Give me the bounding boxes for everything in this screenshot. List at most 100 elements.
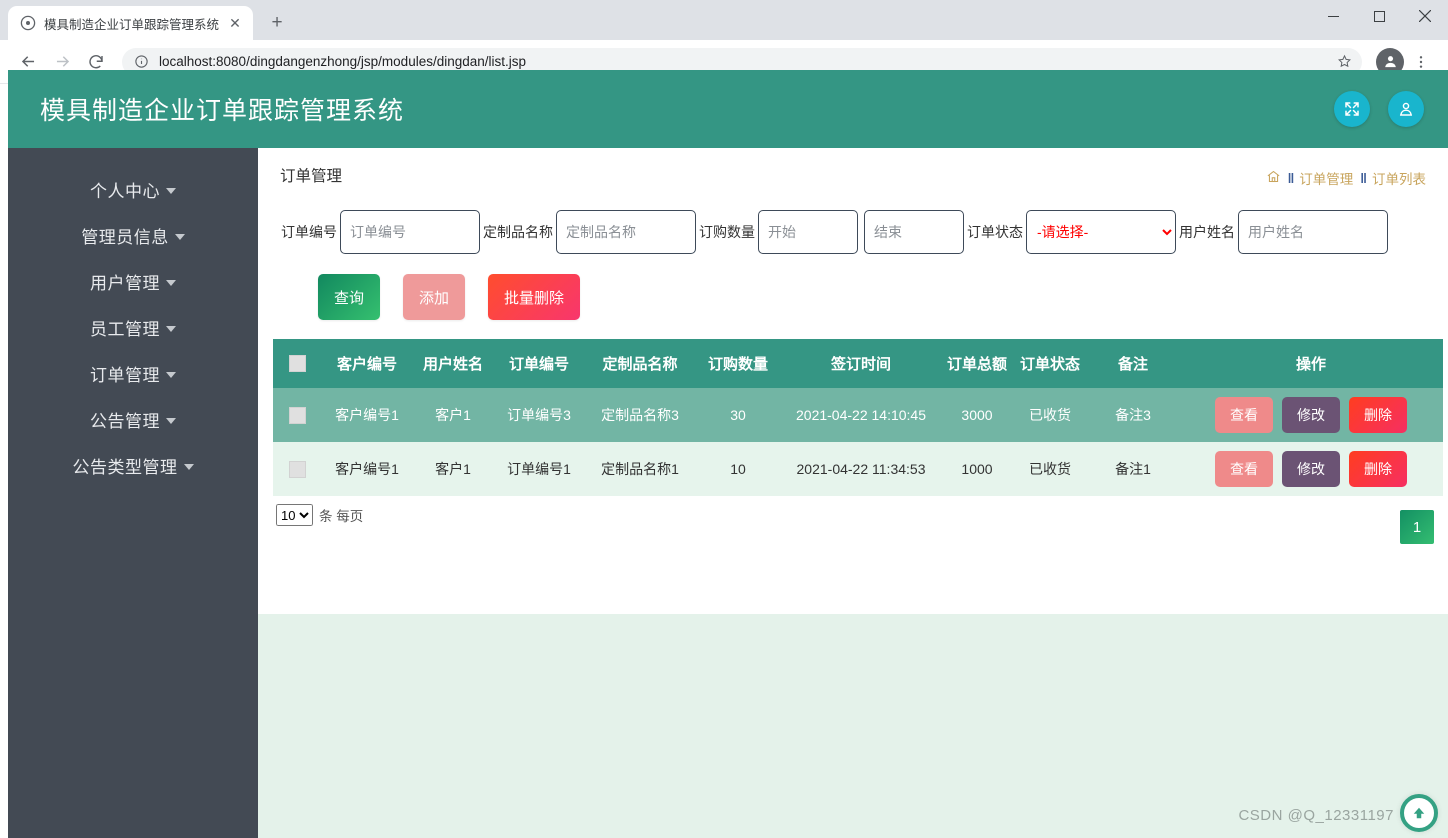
favicon-icon [20,15,36,31]
cell-total: 1000 [941,442,1013,496]
cell-status: 已收货 [1013,388,1087,442]
order-panel: 订单管理 ‖ 订单管理 ‖ 订单列表 订单编号 订单编号 定制品名称 定制品名称… [258,148,1448,614]
sidebar-item-notice-type-management[interactable]: 公告类型管理 [8,442,258,488]
chevron-down-icon [166,326,176,332]
sidebar-item-notice-management[interactable]: 公告管理 [8,396,258,442]
select-all-checkbox[interactable] [288,355,306,373]
per-page-label: 条 每页 [319,509,364,524]
watermark-text: CSDN @Q_12331197 [1238,807,1394,824]
user-name-input[interactable] [1238,210,1388,254]
cell-status: 已收货 [1013,442,1087,496]
page-number-button[interactable]: 1 [1400,510,1434,544]
info-icon [134,54,150,70]
breadcrumb-separator: ‖ [1287,170,1295,186]
close-icon[interactable]: ✕ [227,15,243,31]
sidebar-item-label: 管理员信息 [81,227,169,247]
content-area: 订单管理 ‖ 订单管理 ‖ 订单列表 订单编号 订单编号 定制品名称 定制品名称… [258,148,1448,838]
cell-user-name: 客户1 [413,442,493,496]
product-name-input[interactable] [556,210,696,254]
product-name-label: 定制品名称 [483,224,553,240]
quantity-end-input[interactable] [864,210,964,254]
row-action-group: 查看 修改 删除 [1180,397,1442,433]
col-remark: 备注 [1087,339,1179,388]
batch-delete-button[interactable]: 批量删除 [488,274,581,320]
row-checkbox[interactable] [288,406,306,424]
quantity-start-input[interactable] [758,210,858,254]
cell-sign-time: 2021-04-22 11:34:53 [781,442,941,496]
user-account-icon[interactable] [1388,91,1424,127]
select-all-header[interactable] [273,339,321,388]
sidebar-item-user-management[interactable]: 用户管理 [8,258,258,304]
col-sign-time: 签订时间 [781,339,941,388]
row-select-cell[interactable] [273,388,321,442]
cell-quantity: 10 [695,442,781,496]
minimize-icon[interactable] [1310,0,1356,32]
chevron-down-icon [174,234,185,240]
view-button[interactable]: 查看 [1215,451,1273,487]
view-button[interactable]: 查看 [1215,397,1273,433]
sidebar-item-label: 公告管理 [90,411,160,431]
cell-order-no: 订单编号1 [493,442,585,496]
cell-remark: 备注1 [1087,442,1179,496]
cell-operations: 查看 修改 删除 [1179,388,1443,442]
sidebar-item-staff-management[interactable]: 员工管理 [8,304,258,350]
fullscreen-icon[interactable] [1334,91,1370,127]
col-total: 订单总额 [941,339,1013,388]
table-row[interactable]: 客户编号1 客户1 订单编号3 定制品名称3 30 2021-04-22 14:… [273,388,1443,442]
sidebar-item-label: 订单管理 [90,365,160,385]
col-user-name: 用户姓名 [413,339,493,388]
pagination-controls: 10 条 每页 [258,496,1448,526]
row-checkbox[interactable] [288,460,306,478]
page-size-select[interactable]: 10 [276,504,313,526]
col-product-name: 定制品名称 [585,339,695,388]
order-table: 客户编号 用户姓名 订单编号 定制品名称 订购数量 签订时间 订单总额 订单状态… [273,339,1443,496]
browser-window: 模具制造企业订单跟踪管理系统 ✕ + localhost:8080/dingda… [0,0,1448,838]
table-row[interactable]: 客户编号1 客户1 订单编号1 定制品名称1 10 2021-04-22 11:… [273,442,1443,496]
sidebar-item-admin-info[interactable]: 管理员信息 [8,212,258,258]
cell-user-name: 客户1 [413,388,493,442]
cell-remark: 备注3 [1087,388,1179,442]
search-form: 订单编号 定制品名称 订购数量 订单状态 -请选择- 用户姓名 [258,188,1448,254]
delete-button[interactable]: 删除 [1349,397,1407,433]
application: 模具制造企业订单跟踪管理系统 个人中心 管理员信息 用户管理 员工管理 订单管理… [8,70,1448,838]
home-icon[interactable] [1266,169,1281,187]
app-header: 模具制造企业订单跟踪管理系统 [8,70,1448,148]
breadcrumb-item-order-list[interactable]: 订单列表 [1372,168,1426,188]
chevron-down-icon [183,464,194,470]
order-status-select[interactable]: -请选择- [1026,210,1176,254]
edit-button[interactable]: 修改 [1282,397,1340,433]
edit-button[interactable]: 修改 [1282,451,1340,487]
sidebar: 个人中心 管理员信息 用户管理 员工管理 订单管理 公告管理 公告类型管理 [8,148,258,838]
col-order-no: 订单编号 [493,339,585,388]
row-select-cell[interactable] [273,442,321,496]
window-close-icon[interactable] [1402,0,1448,32]
table-header-row: 客户编号 用户姓名 订单编号 定制品名称 订购数量 签订时间 订单总额 订单状态… [273,339,1443,388]
tab-strip: 模具制造企业订单跟踪管理系统 ✕ + [0,0,1448,40]
query-button[interactable]: 查询 [318,274,381,320]
user-name-label: 用户姓名 [1179,224,1235,240]
add-button[interactable]: 添加 [403,274,466,320]
bookmark-icon[interactable] [1337,54,1352,69]
breadcrumb-item-order-management[interactable]: 订单管理 [1299,168,1353,188]
sidebar-item-label: 员工管理 [90,319,160,339]
maximize-icon[interactable] [1356,0,1402,32]
cell-customer-no: 客户编号1 [321,442,413,496]
new-tab-button[interactable]: + [263,9,291,37]
scroll-to-top-button[interactable] [1400,794,1438,832]
sidebar-item-personal-center[interactable]: 个人中心 [8,166,258,212]
cell-customer-no: 客户编号1 [321,388,413,442]
header-actions [1334,91,1424,127]
browser-tab[interactable]: 模具制造企业订单跟踪管理系统 ✕ [8,6,254,40]
chevron-down-icon [166,372,176,378]
chevron-down-icon [166,188,176,194]
panel-header: 订单管理 ‖ 订单管理 ‖ 订单列表 [258,148,1448,188]
order-no-input[interactable] [340,210,480,254]
cell-total: 3000 [941,388,1013,442]
action-buttons: 查询 添加 批量删除 [258,254,1448,320]
delete-button[interactable]: 删除 [1349,451,1407,487]
sidebar-item-label: 公告类型管理 [72,457,178,477]
cell-product-name: 定制品名称3 [585,388,695,442]
chevron-down-icon [166,280,176,286]
sidebar-item-order-management[interactable]: 订单管理 [8,350,258,396]
chevron-down-icon [166,418,176,424]
